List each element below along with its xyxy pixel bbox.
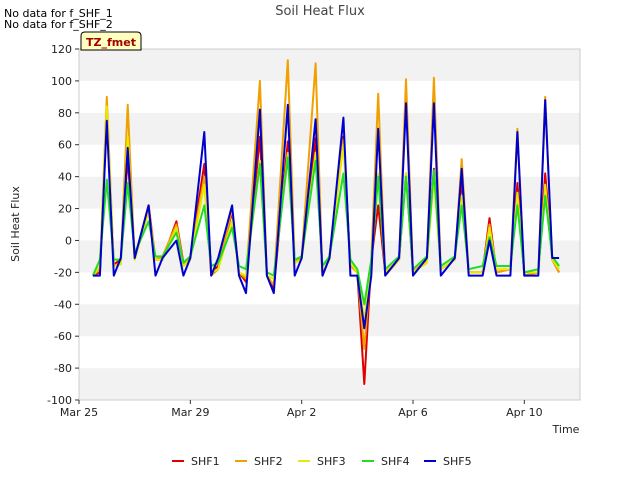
- grid-band: [79, 49, 580, 81]
- legend-label-shf1: SHF1: [191, 455, 220, 468]
- site-badge: TZ_fmet: [80, 31, 142, 51]
- grid-band: [79, 272, 580, 305]
- y-tick-label: 40: [58, 171, 72, 184]
- chart-title: Soil Heat Flux: [275, 4, 365, 19]
- grid-bands: [79, 49, 580, 400]
- grid-band: [79, 304, 580, 337]
- x-tick-label: Apr 2: [287, 406, 317, 419]
- site-badge-label: TZ_fmet: [86, 36, 136, 49]
- soil-heat-flux-chart: 120100806040200-20-40-60-80-100 Mar 25 Ma…: [9, 4, 581, 468]
- grid-band: [79, 368, 580, 400]
- y-axis-ticks: 120100806040200-20-40-60-80-100: [47, 43, 79, 407]
- x-tick-label: Mar 25: [60, 406, 98, 419]
- y-tick-label: 80: [58, 107, 72, 120]
- y-tick-label: 120: [51, 43, 72, 56]
- x-tick-label: Mar 29: [171, 406, 209, 419]
- grid-band: [79, 144, 580, 177]
- grid-band: [79, 112, 580, 145]
- x-tick-label: Apr 6: [398, 406, 428, 419]
- grid-band: [79, 80, 580, 113]
- legend-label-shf5: SHF5: [443, 455, 472, 468]
- y-axis-label: Soil Heat Flux: [9, 186, 22, 262]
- y-tick-label: -20: [54, 266, 72, 279]
- x-axis-ticks: Mar 25 Mar 29 Apr 2 Apr 6 Apr 10: [60, 400, 543, 419]
- legend-label-shf3: SHF3: [317, 455, 346, 468]
- grid-band: [79, 176, 580, 209]
- y-tick-label: 100: [51, 75, 72, 88]
- x-axis-label: Time: [552, 423, 580, 436]
- legend-label-shf4: SHF4: [381, 455, 410, 468]
- legend-label-shf2: SHF2: [254, 455, 283, 468]
- y-tick-label: -80: [54, 362, 72, 375]
- x-tick-label: Apr 10: [506, 406, 543, 419]
- y-tick-label: 20: [58, 203, 72, 216]
- legend: SHF1 SHF2 SHF3 SHF4 SHF5: [172, 455, 472, 468]
- y-tick-label: -60: [54, 330, 72, 343]
- grid-band: [79, 208, 580, 241]
- y-tick-label: 60: [58, 139, 72, 152]
- grid-band: [79, 336, 580, 369]
- y-tick-label: 0: [65, 234, 72, 247]
- y-tick-label: -40: [54, 298, 72, 311]
